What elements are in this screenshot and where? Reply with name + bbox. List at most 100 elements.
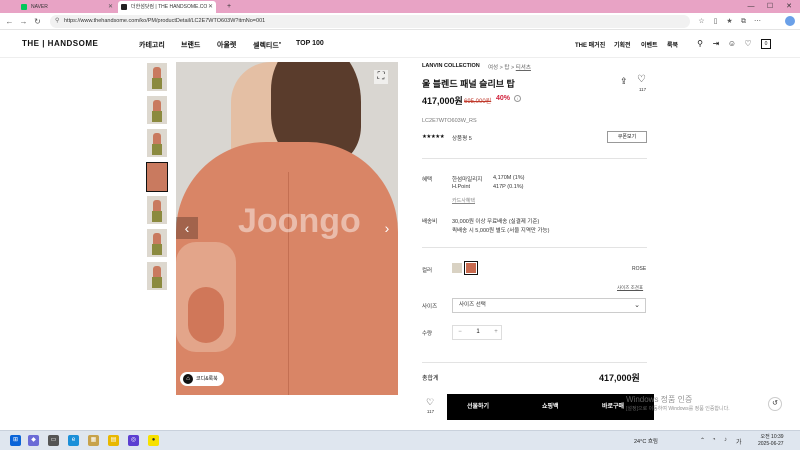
color-swatch-rose[interactable] <box>464 261 478 275</box>
size-guide-link[interactable]: 사이즈 조견표 <box>617 285 643 291</box>
link-magazine[interactable]: THE 매거진 <box>575 40 605 49</box>
breadcrumb-item[interactable]: 여성 <box>488 65 498 71</box>
info-icon[interactable]: i <box>514 95 521 102</box>
card-benefit-link[interactable]: 카드사혜택 <box>452 197 475 204</box>
close-window-button[interactable]: ✕ <box>780 0 798 13</box>
link-exhibition[interactable]: 기획전 <box>614 40 631 49</box>
tab-title: 더한섬닷컴 | THE HANDSOME.CO <box>131 4 208 10</box>
wish-count: 117 <box>639 87 647 92</box>
thumbnail-2[interactable] <box>147 96 167 124</box>
link-event[interactable]: 이벤트 <box>641 40 658 49</box>
tab-thehandsome[interactable]: 더한섬닷컴 | THE HANDSOME.CO ✕ <box>118 1 216 13</box>
volume-icon[interactable]: ♪ <box>724 437 727 443</box>
gift-button[interactable]: 선물하기 <box>467 394 489 420</box>
bottom-wish-button[interactable]: ♡ 117 <box>414 394 447 420</box>
back-icon[interactable]: ← <box>4 16 15 27</box>
purchase-bar: ♡ 117 선물하기 쇼핑백 바로구매 <box>414 394 654 420</box>
selected-color-name: ROSE <box>632 266 647 272</box>
minimize-button[interactable]: — <box>742 0 760 13</box>
size-label: 사이즈 <box>422 304 438 310</box>
thumbnail-4-selected[interactable] <box>146 162 168 192</box>
tab-close-icon[interactable]: ✕ <box>208 1 213 13</box>
divider <box>422 362 647 363</box>
task-view-icon[interactable]: ▭ <box>48 435 59 446</box>
thumbnail-3[interactable] <box>147 129 167 157</box>
add-to-bag-button[interactable]: 쇼핑백 <box>542 394 559 420</box>
wishlist-icon[interactable]: ♡ <box>743 39 753 49</box>
history-icon[interactable]: ↺ <box>768 397 782 411</box>
expand-icon[interactable]: ⛶ <box>374 70 388 84</box>
search-icon[interactable]: ⚲ <box>695 39 705 49</box>
extensions-icon[interactable]: ⋯ <box>753 17 762 26</box>
heart-icon[interactable]: ♡ <box>637 74 646 85</box>
login-icon[interactable]: ⇥ <box>711 39 721 49</box>
collections-icon[interactable]: ⧉ <box>739 17 748 26</box>
chevron-left-icon[interactable]: ‹ <box>176 217 198 239</box>
start-icon[interactable]: ⊞ <box>10 435 21 446</box>
thumbnail-1[interactable] <box>147 63 167 91</box>
cart-button[interactable]: 0 <box>761 39 771 49</box>
total-label: 총합계 <box>422 376 439 382</box>
split-screen-icon[interactable]: ▯ <box>711 17 720 26</box>
new-dot-icon: ● <box>278 40 282 45</box>
mypage-icon[interactable]: ☺ <box>727 39 737 49</box>
maximize-button[interactable]: ☐ <box>761 0 779 13</box>
review-count[interactable]: 상품평 5 <box>452 134 472 142</box>
site-logo[interactable]: THE | HANDSOME <box>22 39 98 48</box>
bookmark-star-icon[interactable]: ☆ <box>697 17 706 26</box>
system-clock[interactable]: 오전 10:39 2025-06-27 <box>758 434 784 447</box>
clock-time: 오전 10:39 <box>760 434 784 440</box>
nav-top100[interactable]: TOP 100 <box>296 40 324 47</box>
tray-chevron-icon[interactable]: ⌃ <box>700 437 705 444</box>
watermark: Joongo <box>238 202 361 240</box>
shipping-line-1: 30,000원 이상 무료배송 (실결제 기준) <box>452 219 540 225</box>
reload-icon[interactable]: ↻ <box>32 16 43 27</box>
new-tab-button[interactable]: + <box>220 0 238 13</box>
nav-brand[interactable]: 브랜드 <box>181 40 200 50</box>
breadcrumb-item[interactable]: 탑 <box>504 65 509 71</box>
brand-name[interactable]: LANVIN COLLECTION <box>422 63 480 69</box>
tab-naver[interactable]: NAVER ✕ <box>18 1 116 13</box>
windows-taskbar: ⊞ ◆ ▭ e ▦ ▤ ◎ ● 24°C 흐림 ⌃ ◔ ♪ 가 오전 10:39… <box>0 430 800 450</box>
nav-category[interactable]: 카테고리 <box>139 40 165 50</box>
divider <box>422 158 647 159</box>
nav-selected-label: 셀렉티드 <box>253 42 279 50</box>
file-explorer-icon[interactable]: ▤ <box>108 435 119 446</box>
forward-icon[interactable]: → <box>18 16 29 27</box>
nav-outlet[interactable]: 아울렛 <box>217 40 236 50</box>
buy-now-button[interactable]: 바로구매 <box>602 394 624 420</box>
address-bar[interactable]: ⚲ https://www.thehandsome.com/ko/PM/prod… <box>50 15 690 28</box>
main-product-image[interactable]: Joongo ⛶ ‹ › ⌂ 코디&룩북 <box>176 62 398 395</box>
edge-icon[interactable]: e <box>68 435 79 446</box>
app-icon[interactable]: ◎ <box>128 435 139 446</box>
kakaotalk-icon[interactable]: ● <box>148 435 159 446</box>
quantity-stepper: − 1 + <box>452 325 502 340</box>
coordi-label: 코디&룩북 <box>196 376 218 382</box>
color-swatch-beige[interactable] <box>452 263 462 273</box>
app-icon[interactable]: ▦ <box>88 435 99 446</box>
thumbnail-5[interactable] <box>147 196 167 224</box>
quantity-minus-button[interactable]: − <box>453 326 467 339</box>
favorites-icon[interactable]: ★ <box>725 17 734 26</box>
thumbnail-7[interactable] <box>147 262 167 290</box>
size-select[interactable]: 사이즈 선택 ⌄ <box>452 298 646 313</box>
nav-selected[interactable]: 셀렉티드● <box>253 40 281 50</box>
coupon-button[interactable]: 쿠폰보기 <box>607 131 647 143</box>
chevron-right-icon[interactable]: › <box>376 217 398 239</box>
weather-widget[interactable]: 24°C 흐림 <box>634 437 658 445</box>
coordi-lookbook-button[interactable]: ⌂ 코디&룩북 <box>180 372 224 386</box>
language-icon[interactable]: 가 <box>736 437 742 446</box>
quantity-value[interactable]: 1 <box>467 326 489 339</box>
rating-stars: ★★★★★ <box>422 134 445 140</box>
profile-avatar[interactable] <box>785 16 795 26</box>
quantity-plus-button[interactable]: + <box>489 326 503 339</box>
network-icon[interactable]: ◔ <box>712 437 716 443</box>
share-icon[interactable]: ⇪ <box>620 76 628 87</box>
copilot-icon[interactable]: ◆ <box>28 435 39 446</box>
link-lookbook[interactable]: 룩북 <box>667 40 678 49</box>
divider <box>422 247 647 248</box>
hanger-icon: ⌂ <box>183 374 193 384</box>
thumbnail-6[interactable] <box>147 229 167 257</box>
tab-close-icon[interactable]: ✕ <box>108 1 113 13</box>
breadcrumb-item[interactable]: 티셔츠 <box>516 65 531 71</box>
